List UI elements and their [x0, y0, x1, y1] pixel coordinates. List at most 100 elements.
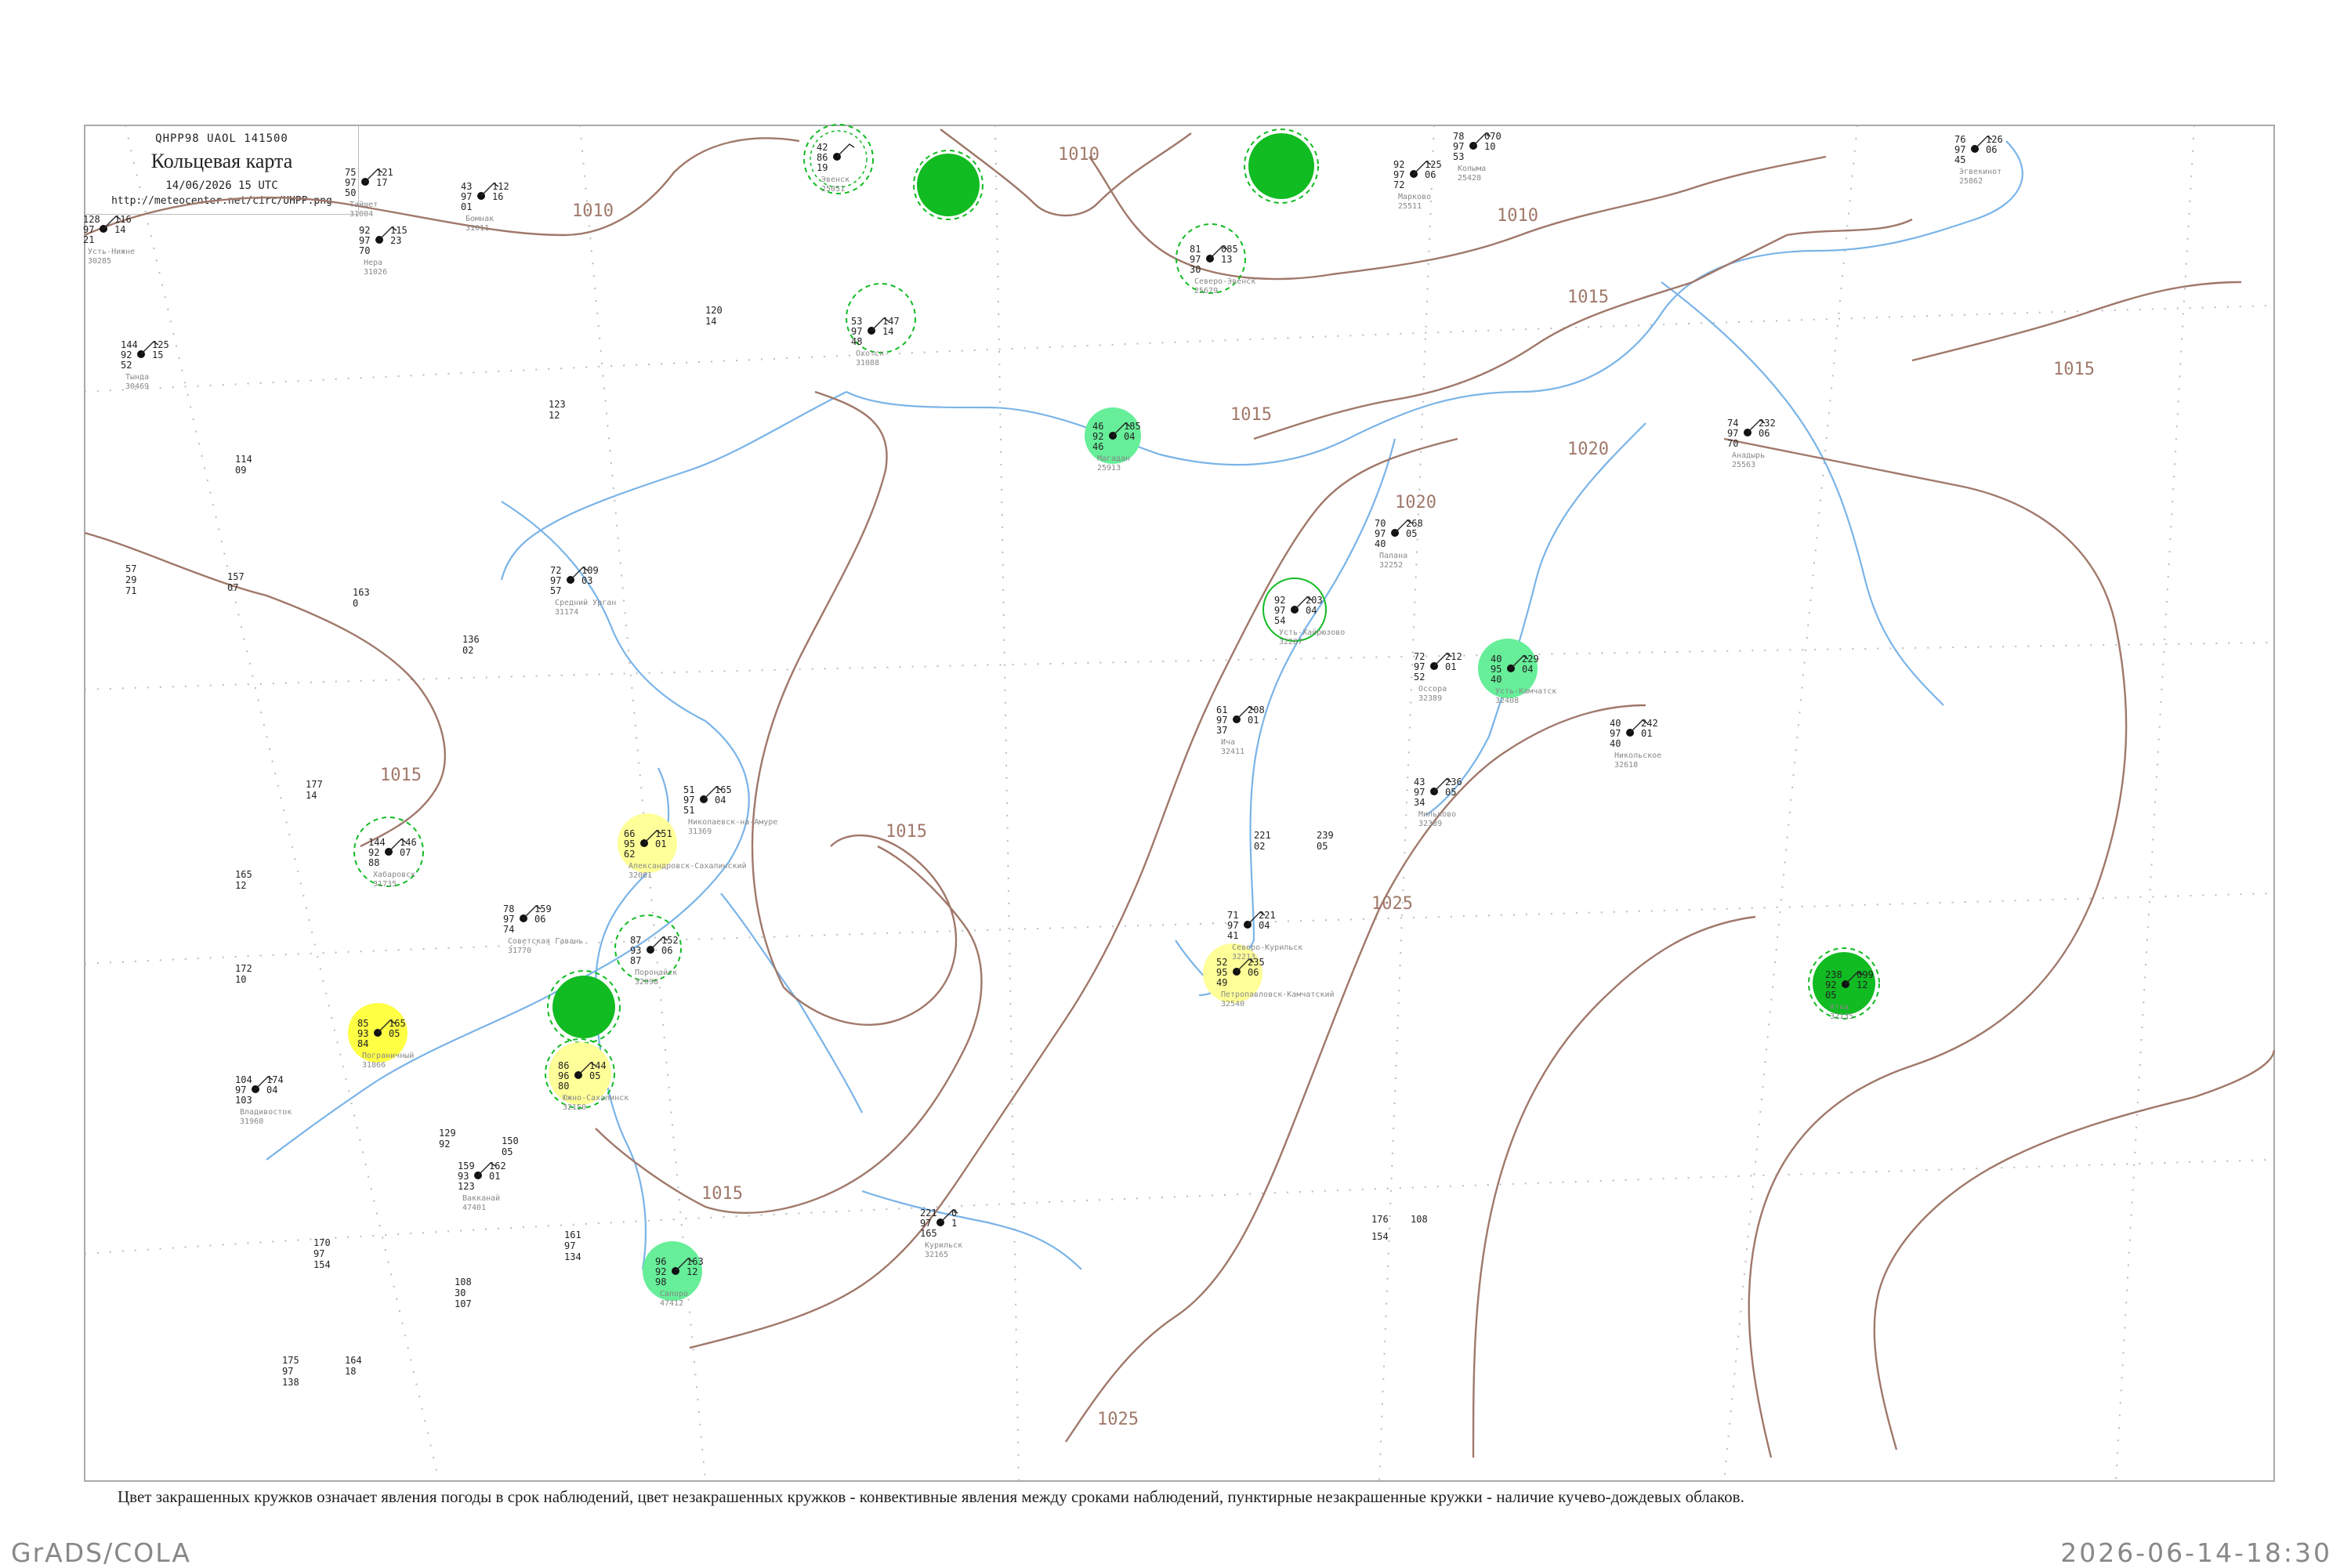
station-name: Ича — [1221, 738, 1235, 747]
station-plot[interactable]: 439701 11216 Бомнак31011 — [461, 181, 509, 233]
dewpoint-value: 41 — [1227, 930, 1238, 941]
pressure-value: 242 — [1641, 718, 1658, 729]
station-plot[interactable]: 929770 11523 Нера31026 — [359, 225, 408, 277]
visibility-value: 97 — [920, 1218, 931, 1229]
pressure-value: 174 — [266, 1074, 284, 1085]
station-plot[interactable]: 519751 16504 Николаевск-на-Амуре31369 — [683, 784, 777, 836]
station-id: 31866 — [362, 1061, 386, 1070]
dewpoint-value: 50 — [345, 187, 356, 198]
temperature-value: 144 — [121, 339, 138, 350]
station-plot[interactable]: 819730 08513 Северо-Эвенск25679 — [1190, 244, 1255, 295]
station-plot[interactable]: 439734 23605 Мильково32389 — [1414, 777, 1462, 828]
station-plot[interactable]: 729757 10903 Средний Урган31174 — [550, 565, 616, 617]
temperature-value: 51 — [683, 784, 694, 795]
wind-barb — [836, 143, 855, 158]
pressure-tendency-value: 04 — [1124, 431, 1135, 442]
svg-text:108: 108 — [1411, 1214, 1428, 1225]
station-name: Нера — [364, 259, 382, 267]
pressure-value: 099 — [1857, 969, 1874, 980]
station-plot[interactable]: 729752 21201 Оссора32389 — [1414, 651, 1462, 703]
station-plot[interactable]: 719741 22104 Северо-Курильск32213 — [1227, 910, 1302, 961]
station-plot[interactable]: 879387 15206 Поронайск32098 — [630, 935, 679, 987]
visibility-value: 93 — [458, 1171, 469, 1182]
station-plot[interactable]: 1449288 14607 Хабаровск31735 — [368, 837, 417, 889]
pressure-value: 109 — [581, 565, 599, 576]
svg-text:107: 107 — [455, 1298, 472, 1309]
weather-circle-thunder — [917, 154, 980, 216]
pressure-value: 236 — [1445, 777, 1462, 788]
station-plot[interactable]: 929772 12506 Марково25511 — [1393, 159, 1442, 211]
weather-map: 1010 1010 1010 1015 1015 1015 1015 1015 … — [83, 124, 2276, 1482]
pressure-value: 165 — [389, 1018, 406, 1029]
pressure-tendency-value: 01 — [489, 1171, 500, 1182]
pressure-tendency-value: 05 — [589, 1070, 600, 1081]
dewpoint-value: 48 — [851, 336, 862, 347]
station-plot[interactable]: 769745 12606 Эгвекинот25862 — [1954, 134, 2003, 186]
station-name: Северо-Курильск — [1232, 943, 1302, 952]
pressure-value: 268 — [1406, 518, 1423, 529]
weather-circle-thunder — [552, 976, 615, 1038]
dewpoint-value: 01 — [461, 201, 472, 212]
temperature-value: 46 — [1092, 421, 1103, 432]
station-id: 47412 — [660, 1299, 683, 1308]
svg-text:154: 154 — [1371, 1231, 1389, 1242]
station-id: 32061 — [629, 871, 652, 880]
station-plot[interactable]: 539748 14714 Охотск31088 — [851, 316, 900, 368]
svg-text:221: 221 — [1254, 830, 1271, 841]
visibility-value: 97 — [550, 575, 561, 586]
svg-text:138: 138 — [282, 1377, 299, 1388]
station-name: Александровск-Сахалинский — [629, 861, 747, 871]
station-plot[interactable]: 409740 24201 Никольское32618 — [1610, 718, 1661, 770]
visibility-value: 97 — [1274, 605, 1285, 616]
station-plot: 10830107 — [455, 1276, 472, 1309]
temperature-value: 40 — [1610, 718, 1621, 729]
coastlines — [266, 140, 2023, 1270]
dewpoint-value: 40 — [1610, 738, 1621, 749]
temperature-value: 75 — [345, 167, 356, 178]
svg-text:97: 97 — [282, 1366, 293, 1377]
pressure-tendency-value: 06 — [1425, 169, 1436, 180]
visibility-value: 97 — [359, 235, 370, 246]
station-name: Марково — [1398, 193, 1431, 201]
station-name: Николаевск-на-Амуре — [688, 818, 777, 827]
station-plot[interactable]: 1449252 12515 Тында30469 — [121, 339, 169, 391]
dewpoint-value: 49 — [1216, 977, 1227, 988]
pressure-tendency-value: 01 — [1445, 661, 1456, 672]
isobar-label: 1015 — [886, 822, 927, 842]
station-name: Охотск — [856, 349, 884, 358]
dewpoint-value: 40 — [1491, 674, 1502, 685]
station-plot[interactable]: 22197165 01 Курильск32165 — [920, 1208, 962, 1259]
station-id: 31011 — [465, 224, 489, 233]
svg-text:02: 02 — [462, 645, 473, 656]
svg-text:175: 175 — [282, 1355, 299, 1366]
visibility-value: 97 — [1414, 661, 1425, 672]
station-id: 31026 — [364, 268, 387, 277]
map-frame — [84, 125, 2275, 1482]
station-name: Усть-Нижне — [88, 248, 135, 256]
svg-text:97: 97 — [564, 1240, 575, 1251]
station-plot: 108 — [1411, 1214, 1428, 1225]
station-plot[interactable]: 709740 26805 Палана32252 — [1375, 518, 1423, 570]
station-plot: 17097154 — [313, 1237, 331, 1270]
temperature-value: 86 — [558, 1060, 569, 1071]
dewpoint-value: 74 — [503, 924, 514, 935]
svg-text:30: 30 — [455, 1287, 465, 1298]
stations-layer: 128972111614Усть-Нижне3028575975012117Та… — [83, 131, 2003, 1308]
isobar-label: 1010 — [1058, 145, 1099, 165]
visibility-value: 97 — [1453, 141, 1464, 152]
station-id: 31174 — [555, 608, 578, 617]
visibility-value: 97 — [345, 177, 356, 188]
station-name: Палана — [1379, 552, 1407, 560]
software-label: GrADS/COLA — [11, 1537, 191, 1568]
visibility-value: 97 — [503, 914, 514, 925]
station-plot[interactable]: 789753 07010 Колыма25428 — [1453, 131, 1502, 183]
station-id: 25428 — [1458, 174, 1481, 183]
station-plot[interactable]: 15993123 16201 Вакканай47401 — [458, 1161, 506, 1212]
station-plot[interactable]: 1289721 11614 Усть-Нижне30285 — [83, 214, 135, 266]
station-plot[interactable]: 789774 15906 Советская Гавань31770 — [503, 904, 583, 955]
temperature-value: 128 — [83, 214, 100, 225]
station-id: 31770 — [508, 947, 531, 955]
pressure-value: 152 — [661, 935, 679, 946]
station-plot: 1630 — [353, 587, 370, 609]
station-plot[interactable]: 10497103 17404 Владивосток31960 — [235, 1074, 292, 1126]
